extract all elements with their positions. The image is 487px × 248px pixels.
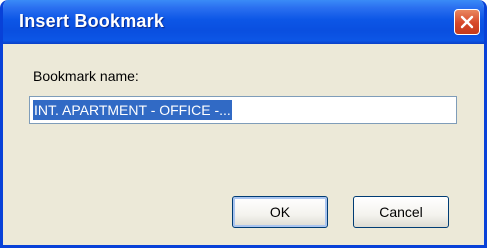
close-icon bbox=[460, 15, 474, 29]
cancel-button[interactable]: Cancel bbox=[353, 196, 449, 228]
bookmark-name-input[interactable]: INT. APARTMENT - OFFICE -... bbox=[29, 96, 457, 124]
title-bar[interactable]: Insert Bookmark bbox=[3, 0, 484, 44]
dialog-body: Bookmark name: INT. APARTMENT - OFFICE -… bbox=[3, 44, 484, 245]
bookmark-name-value: INT. APARTMENT - OFFICE -... bbox=[33, 100, 232, 120]
dialog-title: Insert Bookmark bbox=[19, 11, 165, 31]
insert-bookmark-dialog: Insert Bookmark Bookmark name: INT. APAR… bbox=[0, 0, 487, 248]
close-button[interactable] bbox=[454, 9, 480, 35]
bookmark-name-label: Bookmark name: bbox=[33, 68, 139, 84]
ok-button[interactable]: OK bbox=[232, 196, 328, 228]
